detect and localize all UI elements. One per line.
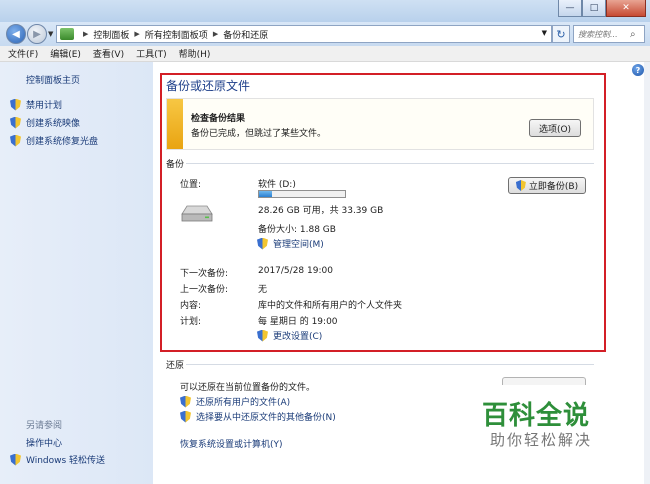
menu-file[interactable]: 文件(F) — [8, 47, 38, 60]
restore-files-button[interactable] — [502, 377, 586, 385]
hard-drive-icon — [181, 205, 213, 222]
control-panel-icon — [60, 28, 74, 40]
breadcrumb-item-control-panel[interactable]: 控制面板 — [93, 28, 129, 41]
maximize-button[interactable]: □ — [582, 0, 606, 17]
drive-usage-bar — [258, 190, 346, 198]
notice-panel: 检查备份结果 备份已完成，但跳过了某些文件。 选项(O) — [166, 98, 594, 150]
watermark-title: 百科全说 — [482, 401, 591, 431]
recent-pages-dropdown[interactable]: ▼ — [48, 30, 53, 38]
select-other-backup-label: 选择要从中还原文件的其他备份(N) — [196, 413, 336, 423]
title-bar: — □ ✕ — [0, 0, 650, 22]
change-settings-link[interactable]: 更改设置(C) — [257, 329, 322, 342]
search-box[interactable]: ⌕ — [573, 25, 645, 43]
drive-space-text: 28.26 GB 可用，共 33.39 GB — [258, 206, 384, 216]
notice-text: 备份已完成，但跳过了某些文件。 — [191, 129, 327, 139]
last-backup-value: 无 — [258, 285, 268, 295]
address-bar[interactable]: ▶ 控制面板 ▶ 所有控制面板项 ▶ 备份和还原 ▼ — [56, 25, 552, 43]
address-dropdown-icon[interactable]: ▼ — [542, 29, 547, 37]
watermark-subtitle: 助你轻松解决 — [490, 431, 593, 449]
shield-icon — [10, 98, 21, 111]
menu-bar: 文件(F) 编辑(E) 查看(V) 工具(T) 帮助(H) — [0, 46, 650, 62]
sidebar-item-label: 创建系统修复光盘 — [26, 137, 99, 147]
back-button[interactable]: ◀ — [6, 24, 26, 44]
windows-transfer-icon — [10, 453, 21, 466]
chevron-right-icon: ▶ — [83, 30, 89, 38]
next-backup-value: 2017/5/28 19:00 — [258, 266, 333, 276]
menu-tools[interactable]: 工具(T) — [136, 47, 167, 60]
menu-edit[interactable]: 编辑(E) — [50, 47, 81, 60]
chevron-right-icon[interactable]: ▶ — [213, 30, 218, 38]
recover-system-link[interactable]: 恢复系统设置或计算机(Y) — [180, 437, 283, 450]
content-label: 内容: — [180, 301, 202, 311]
restore-description: 可以还原在当前位置备份的文件。 — [180, 383, 316, 393]
arrow-left-icon: ◀ — [12, 28, 20, 40]
breadcrumb: ▶ 控制面板 ▶ 所有控制面板项 ▶ 备份和还原 — [78, 28, 268, 41]
shield-icon — [180, 395, 191, 408]
backup-now-button[interactable]: 立即备份(B) — [508, 177, 586, 194]
search-input[interactable] — [578, 29, 630, 39]
watermark: 百科全说 助你轻松解决 — [482, 395, 607, 455]
address-row: ◀ ▶ ▼ ▶ 控制面板 ▶ 所有控制面板项 ▶ 备份和还原 ▼ ↻ ⌕ — [0, 22, 650, 46]
help-icon[interactable]: ? — [632, 64, 644, 76]
sidebar: 控制面板主页 禁用计划 创建系统映像 创建系统修复光盘 另请参阅 操作中心 Wi… — [0, 62, 153, 484]
change-settings-label: 更改设置(C) — [273, 332, 323, 342]
window-controls: — □ ✕ — [558, 0, 646, 17]
chevron-down-icon: ▼ — [48, 30, 54, 38]
sidebar-item-create-system-image[interactable]: 创建系统映像 — [10, 116, 80, 129]
sidebar-action-center[interactable]: 操作中心 — [26, 436, 62, 449]
sidebar-item-label: 禁用计划 — [26, 101, 63, 111]
shield-icon — [257, 237, 268, 250]
minimize-button[interactable]: — — [558, 0, 582, 17]
section-divider — [186, 163, 594, 164]
shield-icon — [10, 134, 21, 147]
drive-name: 软件 (D:) — [258, 180, 296, 190]
chevron-right-icon[interactable]: ▶ — [134, 30, 139, 38]
manage-space-link[interactable]: 管理空间(M) — [257, 237, 324, 250]
next-backup-label: 下一次备份: — [180, 269, 229, 279]
see-also-heading: 另请参阅 — [26, 421, 63, 431]
breadcrumb-item-backup-restore[interactable]: 备份和还原 — [223, 28, 268, 41]
restore-all-users-label: 还原所有用户的文件(A) — [196, 398, 291, 408]
backup-now-label: 立即备份(B) — [528, 182, 579, 192]
shield-icon — [180, 410, 191, 423]
refresh-icon: ↻ — [556, 27, 566, 41]
notice-title: 检查备份结果 — [191, 114, 246, 124]
forward-button[interactable]: ▶ — [27, 24, 47, 44]
arrow-right-icon: ▶ — [33, 28, 41, 40]
sidebar-item-disable-schedule[interactable]: 禁用计划 — [10, 98, 62, 111]
search-icon[interactable]: ⌕ — [630, 29, 636, 40]
page-title: 备份或还原文件 — [166, 79, 251, 93]
shield-icon — [10, 116, 21, 129]
last-backup-label: 上一次备份: — [180, 285, 229, 295]
schedule-value: 每 星期日 的 19:00 — [258, 317, 338, 327]
manage-space-label: 管理空间(M) — [273, 240, 324, 250]
sidebar-control-panel-home[interactable]: 控制面板主页 — [26, 73, 80, 86]
select-other-backup-link[interactable]: 选择要从中还原文件的其他备份(N) — [180, 410, 336, 423]
schedule-label: 计划: — [180, 317, 202, 327]
menu-help[interactable]: 帮助(H) — [179, 47, 211, 60]
breadcrumb-item-all-items[interactable]: 所有控制面板项 — [145, 28, 208, 41]
content-value: 库中的文件和所有用户的个人文件夹 — [258, 301, 403, 311]
backup-section-heading: 备份 — [166, 160, 185, 170]
drive-usage-fill — [259, 191, 272, 197]
options-button[interactable]: 选项(O) — [529, 119, 581, 137]
scrollbar[interactable] — [644, 62, 650, 484]
sidebar-item-label: 创建系统映像 — [26, 119, 81, 129]
location-label: 位置: — [180, 180, 202, 190]
sidebar-item-create-repair-disc[interactable]: 创建系统修复光盘 — [10, 134, 98, 147]
section-divider — [186, 364, 594, 365]
sidebar-windows-easy-transfer[interactable]: Windows 轻松传送 — [10, 453, 105, 466]
restore-section-heading: 还原 — [166, 361, 185, 371]
close-button[interactable]: ✕ — [606, 0, 646, 17]
notice-accent-bar — [167, 99, 183, 149]
restore-all-users-link[interactable]: 还原所有用户的文件(A) — [180, 395, 290, 408]
sidebar-item-label: Windows 轻松传送 — [26, 456, 106, 466]
backup-size-text: 备份大小: 1.88 GB — [258, 225, 336, 235]
shield-icon — [257, 329, 268, 342]
refresh-button[interactable]: ↻ — [552, 25, 570, 43]
menu-view[interactable]: 查看(V) — [93, 47, 124, 60]
shield-icon — [515, 180, 526, 191]
